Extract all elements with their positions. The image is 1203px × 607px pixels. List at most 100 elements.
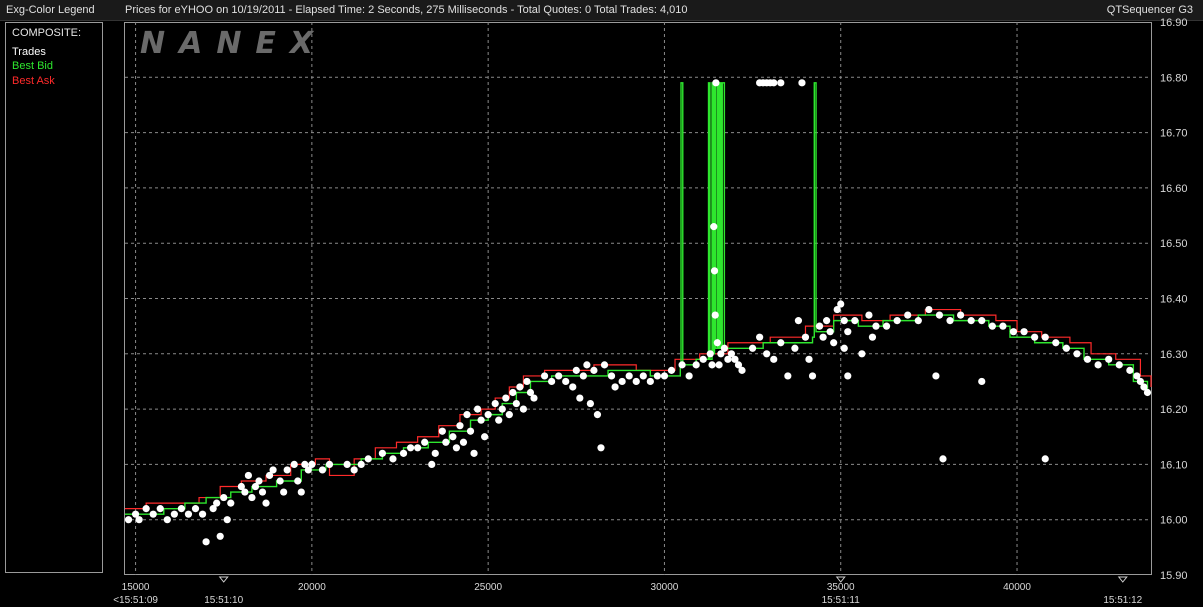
trade-point [692,361,700,369]
trade-point [452,444,461,452]
trade-point [466,427,475,435]
trade-point [276,477,284,485]
trade-point [844,372,852,380]
y-tick-label: 16.60 [1160,183,1188,195]
trade-point [819,333,827,341]
trade-point [1105,355,1113,363]
trade-point [378,449,386,457]
trade-point [978,317,986,325]
trade-point [191,505,200,513]
trade-point [576,394,584,402]
trade-point [290,460,298,468]
time-tick-label: 15:51:10 [204,595,243,606]
trade-point [1115,361,1123,369]
trade-point [516,383,524,391]
trade-point [220,493,228,502]
trade-point [484,411,492,419]
trade-point [712,79,720,87]
trade-point [318,466,327,474]
trade-point [1143,388,1152,397]
trade-point [840,317,848,325]
trade-point [442,438,450,446]
y-tick-label: 16.90 [1160,17,1188,29]
trade-point [583,361,591,369]
trade-point [865,311,873,319]
trade-point [350,466,358,474]
trade-point [198,510,207,518]
trade-point [837,300,845,308]
x-tick-label: 15000 [122,582,150,593]
trade-point [823,317,831,325]
y-tick-label: 16.20 [1160,404,1188,416]
time-marker [218,576,229,583]
trade-point [763,350,771,358]
trade-point [770,355,778,363]
trade-point [946,317,954,325]
trade-point [699,355,707,363]
trade-point [611,383,619,391]
trade-point [748,344,757,352]
trade-point [826,328,834,336]
trade-point [710,223,718,231]
trade-point [202,538,210,546]
trade-point [939,455,947,463]
trade-point [244,471,253,480]
trade-point [720,344,728,352]
x-tick-label: 20000 [298,582,326,593]
y-tick-label: 16.80 [1160,72,1188,84]
trade-point [156,505,164,513]
trade-point [477,416,485,424]
trade-point [523,377,531,386]
trade-point [805,355,813,363]
trade-point [756,333,764,341]
trade-point [632,377,640,386]
trade-point [227,499,235,507]
trade-point [569,383,577,391]
trade-point [925,305,933,314]
trade-point [562,377,570,386]
trade-point [988,322,996,330]
trade-point [1062,344,1070,352]
trade-point [283,466,291,474]
trade-point [262,499,270,507]
trade-point [653,372,661,380]
trade-point [710,267,719,275]
trade-point [597,444,605,452]
trade-point [280,488,288,496]
trade-point [708,361,716,369]
trade-point [241,488,249,496]
trade-point [738,366,746,374]
price-chart[interactable]: 15.90 16.00 16.10 16.20 16.30 16.40 16.50 16.60… [0,0,1203,607]
nanex-watermark: NANEX [140,26,328,61]
trade-point [999,322,1007,330]
time-tick-label: <15:51:09 [113,595,158,606]
trade-point [914,317,922,325]
trade-point [495,416,503,424]
trade-point [163,516,171,524]
trade-point [1009,328,1018,336]
trade-point [294,477,302,485]
time-marker [1117,576,1128,583]
trade-point [184,510,193,518]
trade-point [808,372,817,380]
trade-point [932,372,940,380]
trade-point [791,344,799,352]
trade-point [935,311,944,319]
trade-point [844,328,852,336]
trade-point [777,339,785,347]
trade-point [572,366,580,374]
trade-point [586,399,595,408]
trade-point [660,372,669,380]
trade-point [600,361,609,369]
trade-point [967,317,975,325]
trade-point [590,366,598,374]
trade-point [868,333,877,341]
trade-point [957,311,965,319]
trade-point [519,405,528,413]
trade-point [428,460,436,468]
y-tick-label: 16.40 [1160,294,1188,306]
trade-point [124,516,133,524]
trade-point [170,510,178,518]
trade-point [297,488,305,496]
y-tick-label: 16.00 [1160,515,1188,527]
